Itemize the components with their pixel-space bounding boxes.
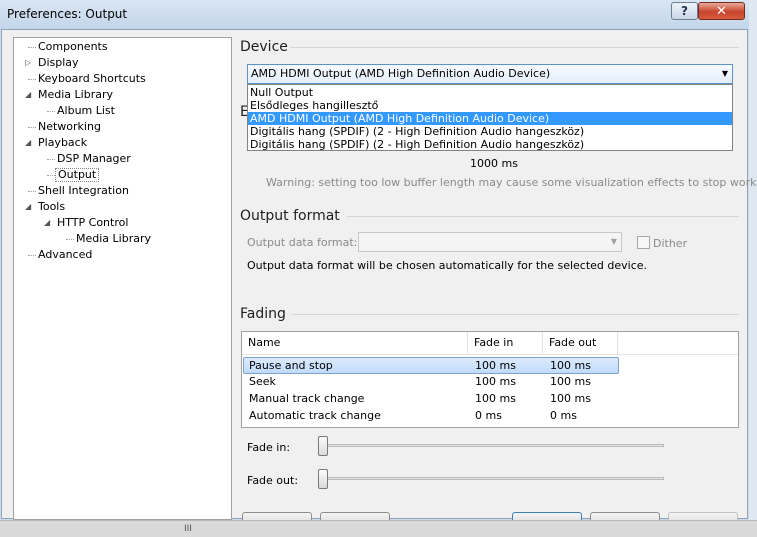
output-data-format-label: Output data format: — [247, 236, 358, 249]
device-option[interactable]: Elsődleges hangillesztő — [248, 99, 732, 112]
help-button[interactable]: ? — [671, 2, 698, 20]
fade-in-slider-thumb[interactable] — [318, 436, 328, 456]
table-row[interactable]: Pause and stop 100 ms 100 ms — [243, 357, 619, 374]
tree-item-tools[interactable]: Tools — [38, 200, 65, 214]
output-format-section-title: Output format — [240, 208, 340, 224]
table-row[interactable]: Manual track change 100 ms 100 ms — [243, 391, 618, 408]
device-option[interactable]: Digitális hang (SPDIF) (2 - High Definit… — [248, 138, 732, 151]
collapse-triangle-icon[interactable]: ◢ — [25, 139, 33, 147]
buffer-warning-text: Warning: setting too low buffer length m… — [266, 176, 757, 189]
window-frame-right — [749, 0, 757, 520]
column-header-fade-in[interactable]: Fade in — [468, 332, 543, 354]
chevron-down-icon: ▼ — [721, 69, 728, 78]
tree-item-media-library[interactable]: Media Library — [38, 88, 113, 102]
tree-item-display[interactable]: Display — [38, 56, 79, 70]
preferences-tree[interactable]: Components ▷ Display Keyboard Shortcuts … — [13, 37, 232, 520]
tree-item-advanced[interactable]: Advanced — [38, 248, 92, 262]
column-header-name[interactable]: Name — [242, 332, 468, 354]
fading-section-title: Fading — [240, 306, 286, 322]
tree-item-output[interactable]: Output — [55, 168, 100, 182]
device-dropdown-value: AMD HDMI Output (AMD High Definition Aud… — [251, 67, 551, 80]
table-row[interactable]: Seek 100 ms 100 ms — [243, 374, 618, 391]
output-format-note: Output data format will be chosen automa… — [247, 259, 648, 272]
tree-item-album-list[interactable]: Album List — [57, 104, 115, 118]
output-data-format-dropdown[interactable]: ▼ — [358, 232, 622, 252]
window-title: Preferences: Output — [7, 7, 128, 21]
buffer-length-value: 1000 ms — [470, 157, 518, 170]
fade-in-slider-track[interactable] — [318, 444, 664, 447]
collapse-triangle-icon[interactable]: ◢ — [25, 203, 33, 211]
dither-checkbox[interactable] — [637, 236, 650, 249]
fade-out-slider-thumb[interactable] — [318, 469, 328, 489]
device-option[interactable]: Digitális hang (SPDIF) (2 - High Definit… — [248, 125, 732, 138]
tree-item-shell-integration[interactable]: Shell Integration — [38, 184, 129, 198]
fade-out-label: Fade out: — [247, 474, 299, 487]
collapse-triangle-icon[interactable]: ◢ — [44, 219, 52, 227]
device-option[interactable]: Null Output — [248, 86, 732, 99]
close-button[interactable]: ✕ — [698, 2, 745, 20]
resize-grip-icon[interactable]: III — [184, 524, 192, 534]
table-row[interactable]: Automatic track change 0 ms 0 ms — [243, 408, 618, 425]
fade-in-label: Fade in: — [247, 441, 291, 454]
section-divider — [290, 47, 739, 48]
device-option-highlighted[interactable]: AMD HDMI Output (AMD High Definition Aud… — [248, 112, 732, 125]
fading-list[interactable]: Name Fade in Fade out Pause and stop 100… — [241, 331, 739, 428]
device-dropdown[interactable]: AMD HDMI Output (AMD High Definition Aud… — [247, 64, 733, 84]
chevron-down-icon: ▼ — [610, 237, 617, 246]
dither-label: Dither — [653, 237, 688, 250]
column-header-fade-out[interactable]: Fade out — [543, 332, 618, 354]
status-bar: III — [0, 520, 757, 537]
section-divider — [292, 314, 739, 315]
tree-item-http-control[interactable]: HTTP Control — [57, 216, 128, 230]
collapse-triangle-icon[interactable]: ◢ — [25, 91, 33, 99]
expand-triangle-icon[interactable]: ▷ — [25, 59, 33, 67]
device-section-title: Device — [240, 39, 288, 55]
tree-item-networking[interactable]: Networking — [38, 120, 101, 134]
device-dropdown-list[interactable]: Null Output Elsődleges hangillesztő AMD … — [247, 84, 733, 151]
fade-out-slider-track[interactable] — [318, 477, 664, 480]
tree-item-http-media-library[interactable]: Media Library — [76, 232, 151, 246]
tree-item-keyboard-shortcuts[interactable]: Keyboard Shortcuts — [38, 72, 146, 86]
tree-item-playback[interactable]: Playback — [38, 136, 87, 150]
tree-item-components[interactable]: Components — [38, 40, 108, 54]
tree-item-dsp-manager[interactable]: DSP Manager — [57, 152, 131, 166]
section-divider — [347, 216, 739, 217]
